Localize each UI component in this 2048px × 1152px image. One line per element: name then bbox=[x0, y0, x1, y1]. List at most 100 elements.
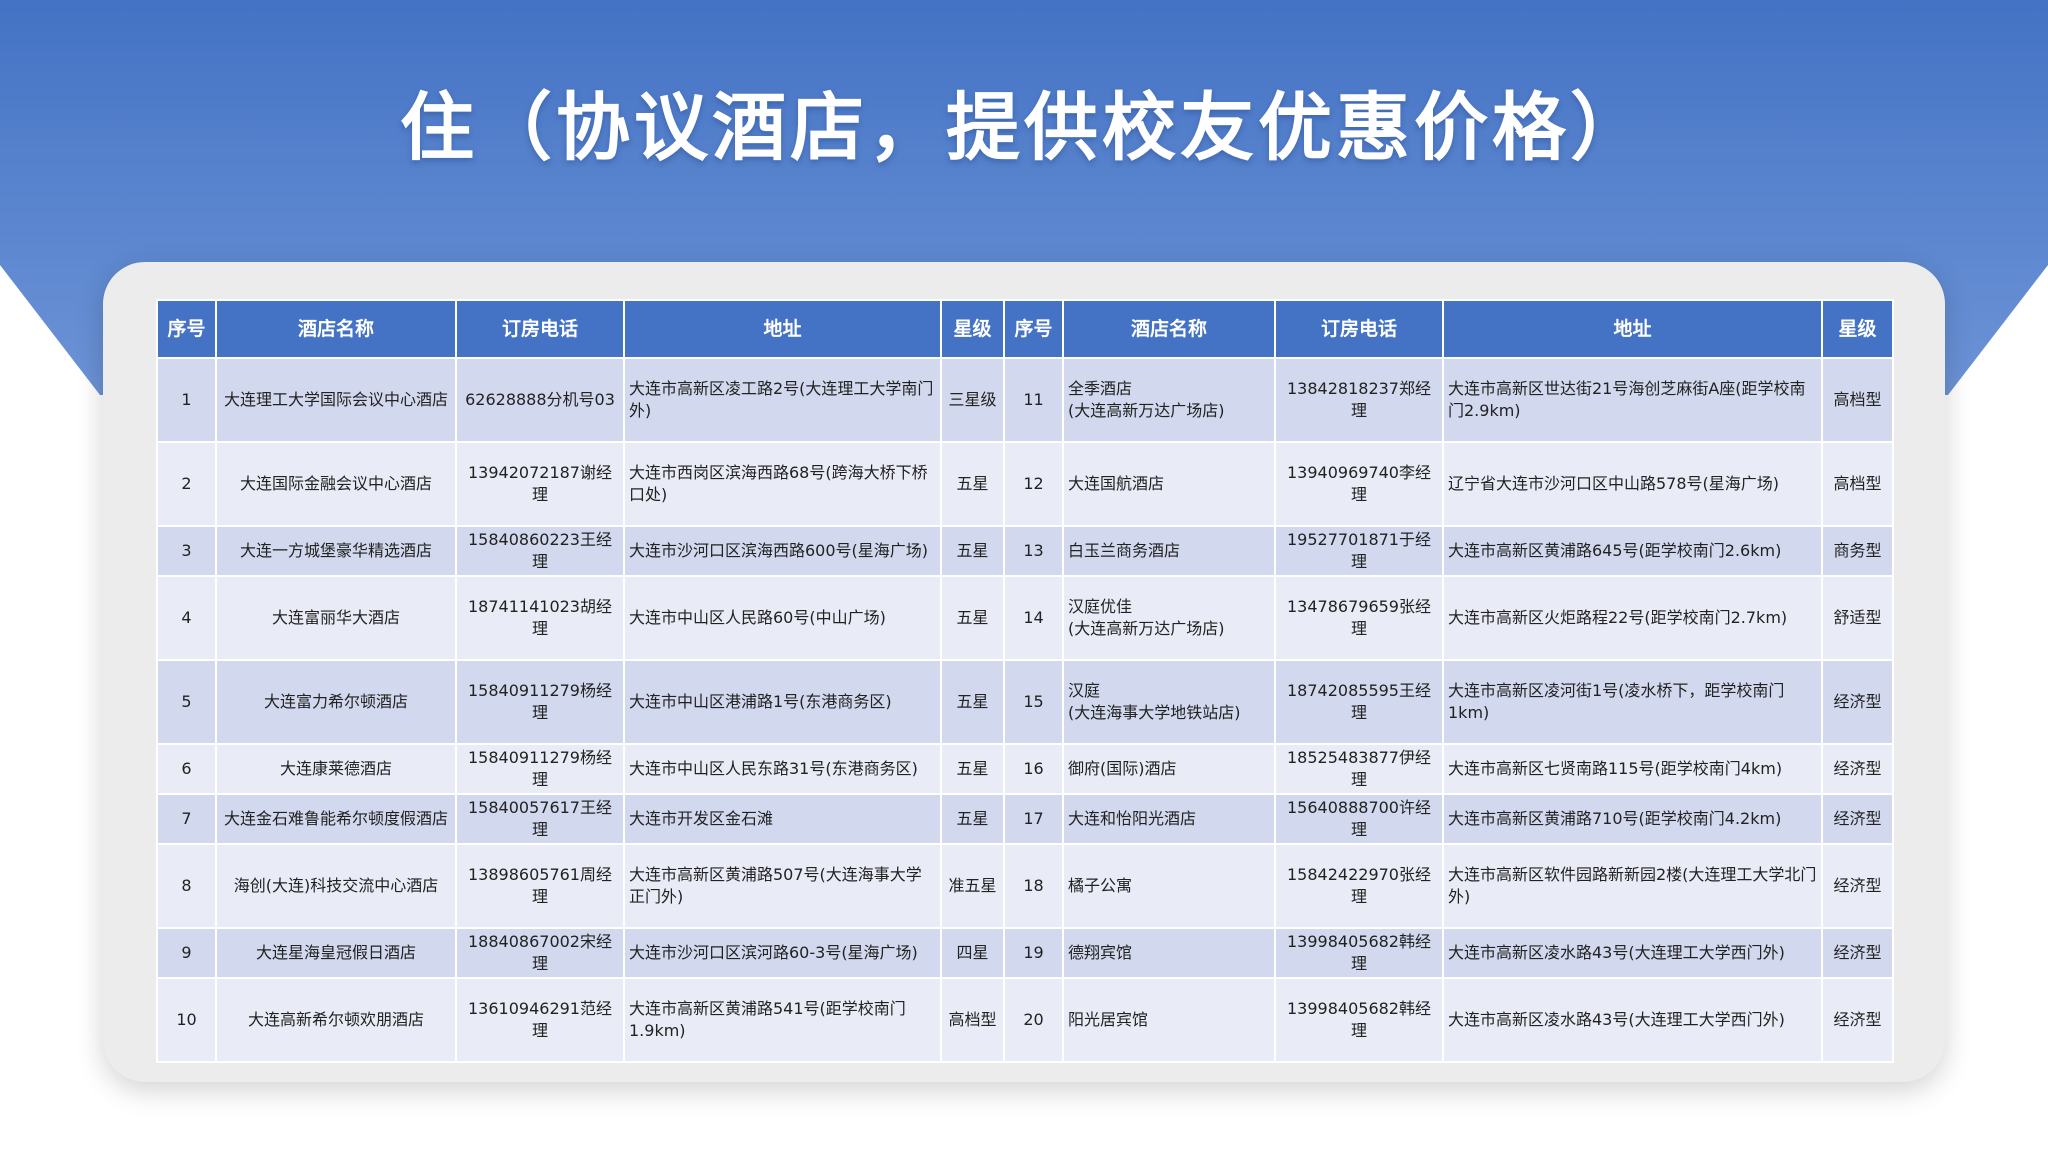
star-rating: 经济型 bbox=[1821, 793, 1894, 845]
hotel-address: 大连市中山区人民路60号(中山广场) bbox=[623, 575, 942, 661]
row-number: 7 bbox=[156, 793, 217, 845]
table-row: 6 大连康莱德酒店 15840911279杨经理 大连市中山区人民东路31号(东港商务… bbox=[156, 743, 1894, 795]
hotel-name: 大连一方城堡豪华精选酒店 bbox=[215, 525, 457, 577]
booking-phone: 15842422970张经理 bbox=[1274, 843, 1444, 929]
hotel-address: 大连市高新区软件园路新新园2楼(大连理工大学北门外) bbox=[1442, 843, 1823, 929]
hotel-name: 海创(大连)科技交流中心酒店 bbox=[215, 843, 457, 929]
star-rating: 三星级 bbox=[940, 357, 1005, 443]
row-number: 1 bbox=[156, 357, 217, 443]
hotel-address: 大连市沙河口区滨海西路600号(星海广场) bbox=[623, 525, 942, 577]
table-row: 4 大连富丽华大酒店 18741141023胡经理 大连市中山区人民路60号(中山广场… bbox=[156, 575, 1894, 661]
hotel-address: 大连市高新区凌水路43号(大连理工大学西门外) bbox=[1442, 977, 1823, 1063]
star-rating: 经济型 bbox=[1821, 843, 1894, 929]
hotel-name: 阳光居宾馆 bbox=[1062, 977, 1276, 1063]
hotel-address: 大连市高新区凌河街1号(凌水桥下，距学校南门1km) bbox=[1442, 659, 1823, 745]
row-number: 18 bbox=[1003, 843, 1064, 929]
star-rating: 高档型 bbox=[1821, 441, 1894, 527]
hotel-address: 大连市高新区黄浦路710号(距学校南门4.2km) bbox=[1442, 793, 1823, 845]
hotel-address: 大连市西岗区滨海西路68号(跨海大桥下桥口处) bbox=[623, 441, 942, 527]
booking-phone: 13998405682韩经理 bbox=[1274, 927, 1444, 979]
star-rating: 五星 bbox=[940, 743, 1005, 795]
hotel-name: 全季酒店 (大连高新万达广场店) bbox=[1062, 357, 1276, 443]
row-number: 3 bbox=[156, 525, 217, 577]
hotel-address: 大连市中山区人民东路31号(东港商务区) bbox=[623, 743, 942, 795]
booking-phone: 15840911279杨经理 bbox=[455, 743, 625, 795]
hotel-address: 大连市沙河口区滨河路60-3号(星海广场) bbox=[623, 927, 942, 979]
star-rating: 经济型 bbox=[1821, 927, 1894, 979]
booking-phone: 13842818237郑经理 bbox=[1274, 357, 1444, 443]
header-address: 地址 bbox=[623, 299, 942, 359]
hotel-address: 大连市高新区七贤南路115号(距学校南门4km) bbox=[1442, 743, 1823, 795]
row-number: 5 bbox=[156, 659, 217, 745]
hotel-name: 大连富力希尔顿酒店 bbox=[215, 659, 457, 745]
hotel-address: 大连市高新区火炬路程22号(距学校南门2.7km) bbox=[1442, 575, 1823, 661]
booking-phone: 18840867002宋经理 bbox=[455, 927, 625, 979]
booking-phone: 13478679659张经理 bbox=[1274, 575, 1444, 661]
star-rating: 五星 bbox=[940, 525, 1005, 577]
hotel-name: 白玉兰商务酒店 bbox=[1062, 525, 1276, 577]
hotel-address: 大连市高新区凌水路43号(大连理工大学西门外) bbox=[1442, 927, 1823, 979]
header-no: 序号 bbox=[156, 299, 217, 359]
row-number: 10 bbox=[156, 977, 217, 1063]
star-rating: 经济型 bbox=[1821, 659, 1894, 745]
row-number: 19 bbox=[1003, 927, 1064, 979]
table-row: 9 大连星海皇冠假日酒店 18840867002宋经理 大连市沙河口区滨河路60-3号… bbox=[156, 927, 1894, 979]
booking-phone: 18741141023胡经理 bbox=[455, 575, 625, 661]
star-rating: 舒适型 bbox=[1821, 575, 1894, 661]
hotel-name: 大连高新希尔顿欢朋酒店 bbox=[215, 977, 457, 1063]
star-rating: 准五星 bbox=[940, 843, 1005, 929]
hotel-name: 大连和怡阳光酒店 bbox=[1062, 793, 1276, 845]
row-number: 12 bbox=[1003, 441, 1064, 527]
page-title: 住（协议酒店，提供校友优惠价格） bbox=[400, 85, 1648, 171]
hotel-address: 大连市高新区黄浦路541号(距学校南门1.9km) bbox=[623, 977, 942, 1063]
row-number: 2 bbox=[156, 441, 217, 527]
booking-phone: 15640888700许经理 bbox=[1274, 793, 1444, 845]
booking-phone: 13898605761周经理 bbox=[455, 843, 625, 929]
row-number: 8 bbox=[156, 843, 217, 929]
hotel-name: 大连富丽华大酒店 bbox=[215, 575, 457, 661]
hotel-table: 序号 酒店名称 订房电话 地址 星级 序号 酒店名称 订房电话 地址 星级 1大… bbox=[156, 299, 1894, 1063]
hotel-name: 德翔宾馆 bbox=[1062, 927, 1276, 979]
star-rating: 五星 bbox=[940, 575, 1005, 661]
row-number: 4 bbox=[156, 575, 217, 661]
hotel-address: 大连市高新区黄浦路645号(距学校南门2.6km) bbox=[1442, 525, 1823, 577]
row-number: 6 bbox=[156, 743, 217, 795]
header-star: 星级 bbox=[940, 299, 1005, 359]
star-rating: 五星 bbox=[940, 793, 1005, 845]
table-row: 1 大连理工大学国际会议中心酒店 62628888分机号03 大连市高新区凌工路2号(… bbox=[156, 357, 1894, 443]
header-no: 序号 bbox=[1003, 299, 1064, 359]
row-number: 15 bbox=[1003, 659, 1064, 745]
star-rating: 经济型 bbox=[1821, 977, 1894, 1063]
booking-phone: 13940969740李经理 bbox=[1274, 441, 1444, 527]
star-rating: 商务型 bbox=[1821, 525, 1894, 577]
star-rating: 五星 bbox=[940, 659, 1005, 745]
booking-phone: 13610946291范经理 bbox=[455, 977, 625, 1063]
table-row: 2 大连国际金融会议中心酒店 13942072187谢经理 大连市西岗区滨海西路68号… bbox=[156, 441, 1894, 527]
header-phone: 订房电话 bbox=[455, 299, 625, 359]
hotel-name: 大连国际金融会议中心酒店 bbox=[215, 441, 457, 527]
booking-phone: 13998405682韩经理 bbox=[1274, 977, 1444, 1063]
hotel-address: 大连市开发区金石滩 bbox=[623, 793, 942, 845]
row-number: 11 bbox=[1003, 357, 1064, 443]
booking-phone: 18742085595王经理 bbox=[1274, 659, 1444, 745]
star-rating: 经济型 bbox=[1821, 743, 1894, 795]
table-row: 5 大连富力希尔顿酒店 15840911279杨经理 大连市中山区港浦路1号(东港商务… bbox=[156, 659, 1894, 745]
hotel-name: 大连国航酒店 bbox=[1062, 441, 1276, 527]
table-row: 3 大连一方城堡豪华精选酒店 15840860223王经理 大连市沙河口区滨海西路60… bbox=[156, 525, 1894, 577]
table-row: 8 海创(大连)科技交流中心酒店 13898605761周经理 大连市高新区黄浦路50… bbox=[156, 843, 1894, 929]
row-number: 14 bbox=[1003, 575, 1064, 661]
hotel-address: 辽宁省大连市沙河口区中山路578号(星海广场) bbox=[1442, 441, 1823, 527]
hotel-name: 御府(国际)酒店 bbox=[1062, 743, 1276, 795]
hotel-name: 汉庭优佳 (大连高新万达广场店) bbox=[1062, 575, 1276, 661]
star-rating: 高档型 bbox=[940, 977, 1005, 1063]
row-number: 13 bbox=[1003, 525, 1064, 577]
hotel-address: 大连市中山区港浦路1号(东港商务区) bbox=[623, 659, 942, 745]
hotel-address: 大连市高新区世达街21号海创芝麻街A座(距学校南门2.9km) bbox=[1442, 357, 1823, 443]
header-phone: 订房电话 bbox=[1274, 299, 1444, 359]
row-number: 9 bbox=[156, 927, 217, 979]
header-hotel-name: 酒店名称 bbox=[215, 299, 457, 359]
booking-phone: 13942072187谢经理 bbox=[455, 441, 625, 527]
row-number: 16 bbox=[1003, 743, 1064, 795]
header-hotel-name: 酒店名称 bbox=[1062, 299, 1276, 359]
table-header-row: 序号 酒店名称 订房电话 地址 星级 序号 酒店名称 订房电话 地址 星级 bbox=[156, 299, 1894, 359]
